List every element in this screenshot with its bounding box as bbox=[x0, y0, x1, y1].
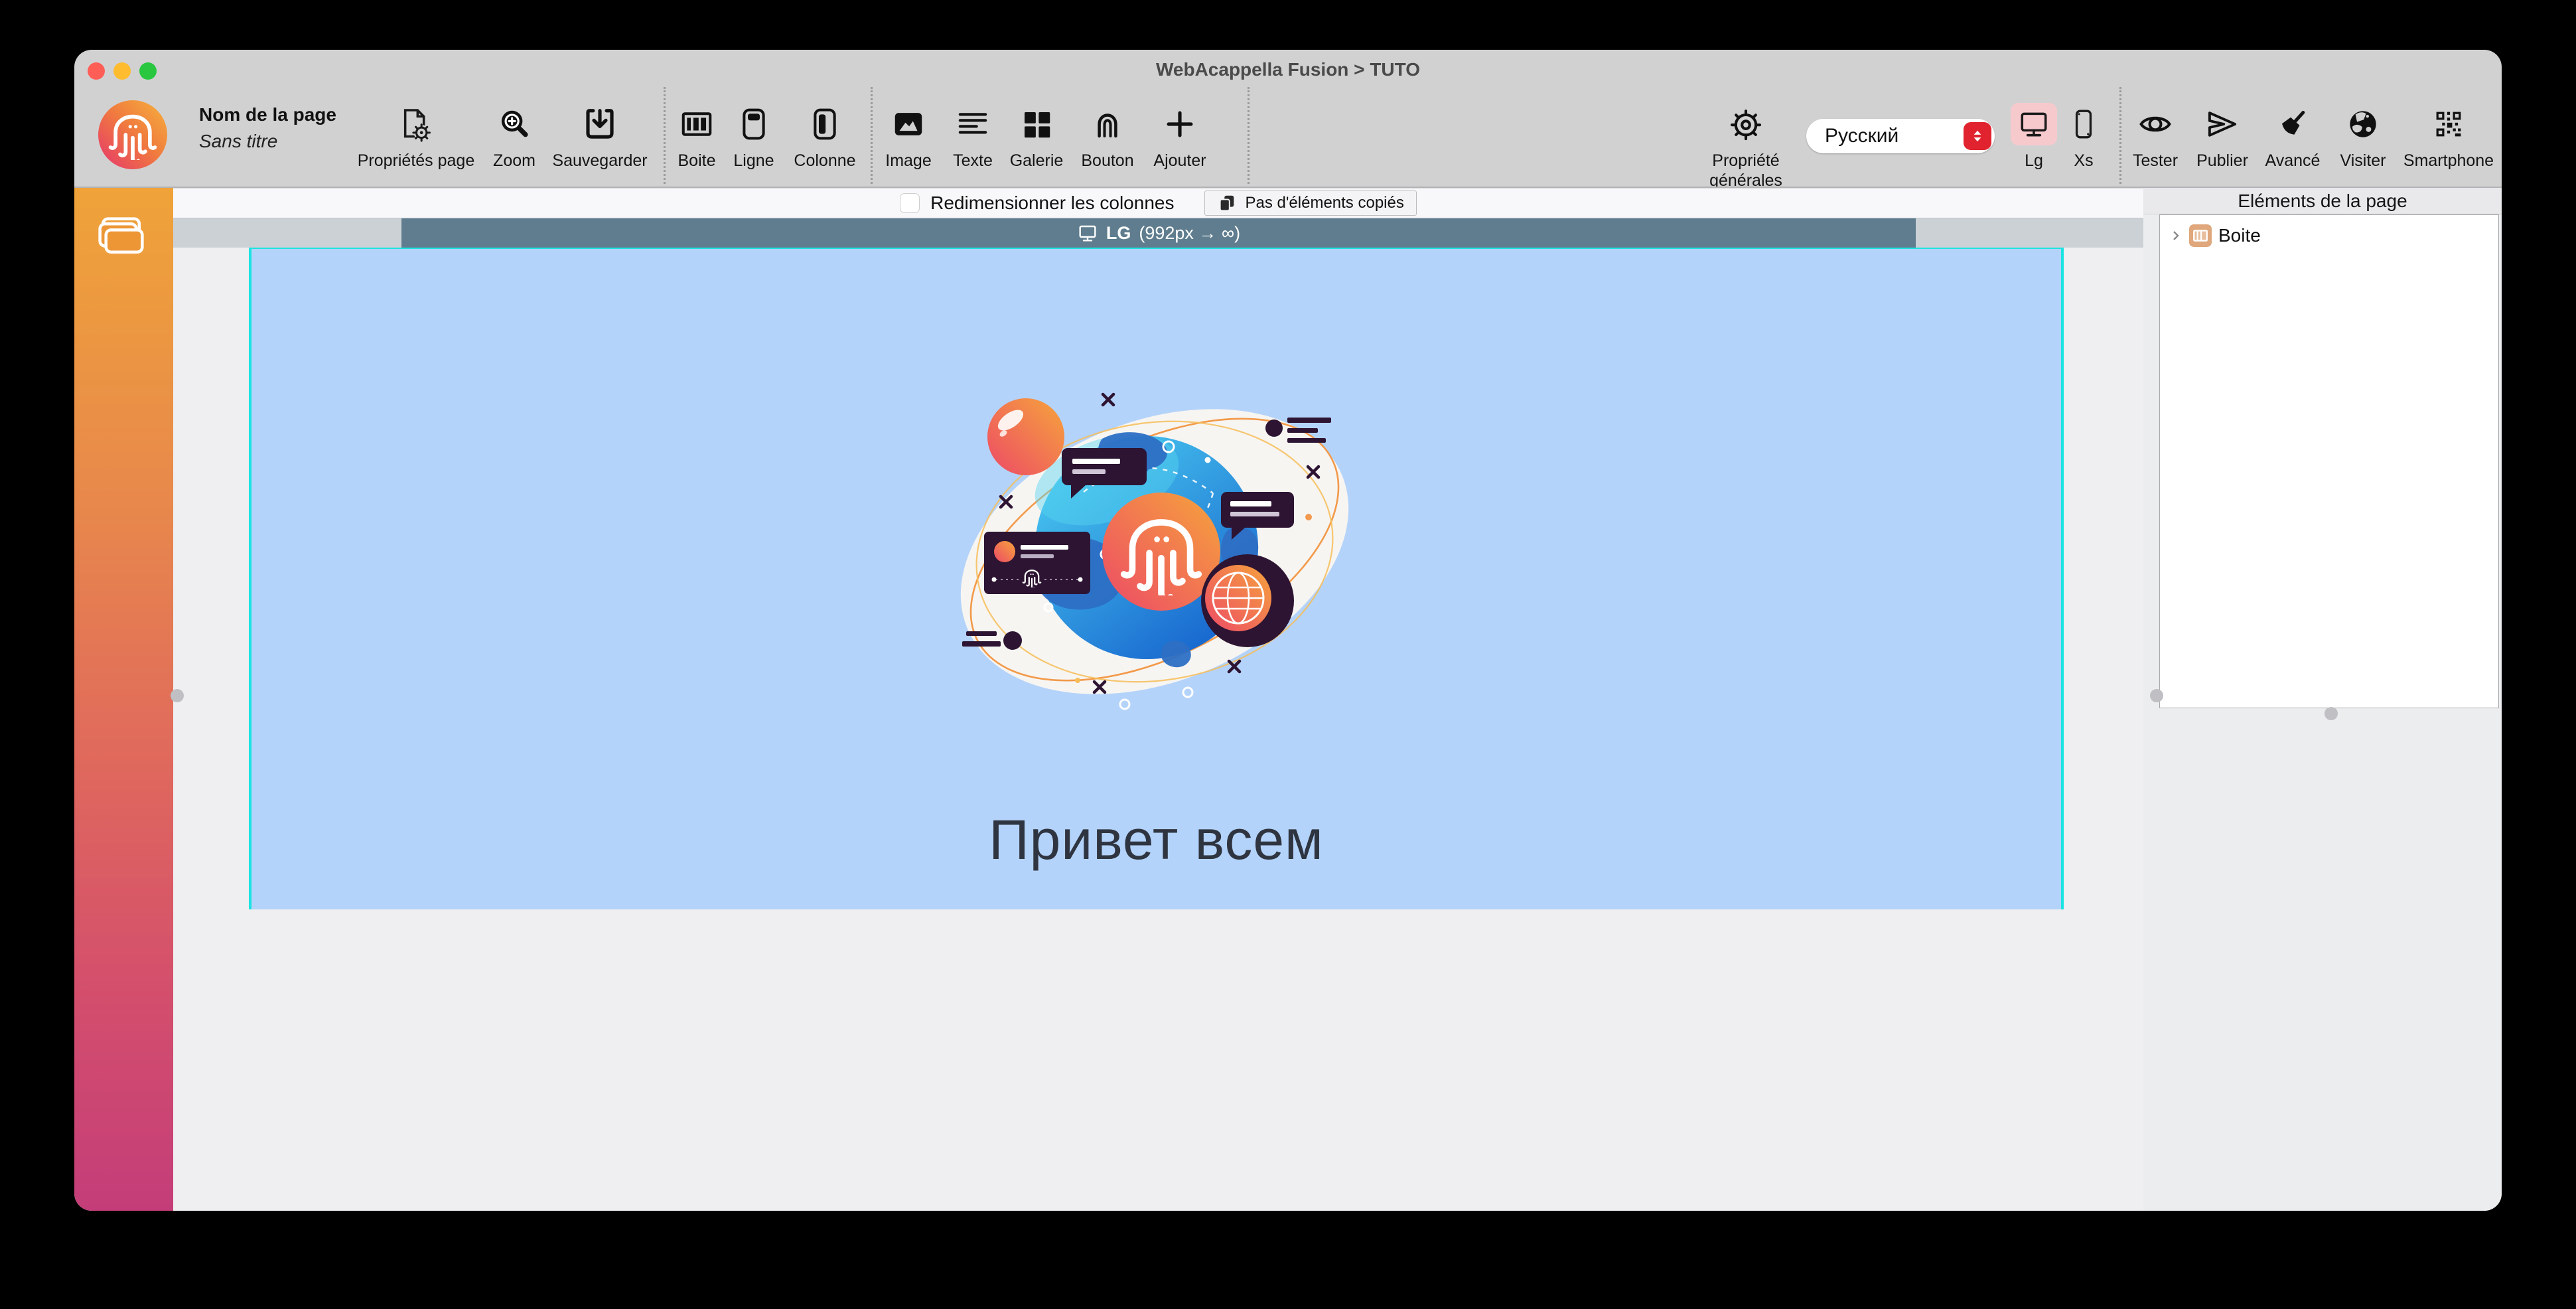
app-logo bbox=[98, 100, 167, 169]
pages-stack-icon bbox=[93, 214, 151, 267]
elements-panel: Eléments de la page Boite bbox=[2143, 188, 2502, 1211]
elements-panel-title: Eléments de la page bbox=[2143, 188, 2502, 214]
monitor-icon bbox=[1077, 222, 1098, 244]
workspace: Redimensionner les colonnes Pas d'élémen… bbox=[173, 188, 2143, 1211]
octopus-logo-icon bbox=[107, 110, 158, 160]
right-resize-handle[interactable] bbox=[2150, 689, 2163, 702]
general-properties-label: Propriété générales bbox=[1676, 151, 1816, 191]
column-layout-icon bbox=[807, 103, 843, 145]
zoom-label: Zoom bbox=[493, 151, 536, 171]
qr-code-icon bbox=[2431, 103, 2466, 145]
canvas-heading-text[interactable]: Привет всем bbox=[251, 808, 2061, 872]
toolbar-divider bbox=[1248, 87, 1250, 184]
page-title-value[interactable]: Sans titre bbox=[199, 131, 277, 152]
add-element-label: Ajouter bbox=[1153, 151, 1206, 171]
titlebar: WebAcappella Fusion > TUTO bbox=[74, 50, 2502, 94]
canvas-toolbar: Redimensionner les colonnes Pas d'élémen… bbox=[173, 188, 2143, 218]
breakpoint-name: LG bbox=[1106, 223, 1131, 244]
globe-icon bbox=[2345, 103, 2381, 145]
smartphone-label: Smartphone bbox=[2403, 151, 2494, 171]
save-download-icon bbox=[582, 103, 618, 145]
general-properties-button[interactable]: Propriété générales bbox=[1680, 103, 1812, 191]
tree-item-label: Boite bbox=[2218, 225, 2261, 246]
page-name-label: Nom de la page bbox=[199, 104, 336, 125]
copy-icon bbox=[1217, 193, 1237, 213]
clipboard-status-label: Pas d'éléments copiés bbox=[1245, 194, 1403, 212]
breakpoint-bar[interactable]: LG (992px → ∞) bbox=[401, 218, 1916, 248]
smartphone-button[interactable]: Smartphone bbox=[2382, 103, 2502, 171]
resize-columns-label: Redimensionner les colonnes bbox=[930, 193, 1174, 214]
gear-icon bbox=[1727, 103, 1764, 145]
visit-label: Visiter bbox=[2340, 151, 2386, 171]
globe-illustration[interactable] bbox=[948, 380, 1366, 726]
resize-columns-checkbox[interactable] bbox=[900, 193, 920, 213]
document-gear-icon bbox=[397, 103, 435, 145]
tree-item-boite[interactable]: Boite bbox=[2160, 215, 2498, 247]
breakpoint-range: (992px → ∞) bbox=[1139, 223, 1240, 244]
plus-icon bbox=[1162, 103, 1198, 145]
language-select-value: Русский bbox=[1806, 125, 1964, 147]
app-window: WebAcappella Fusion > TUTO Nom de la pag… bbox=[74, 50, 2502, 1211]
page-canvas-box[interactable]: Привет всем bbox=[249, 248, 2064, 909]
elements-tree: Boite bbox=[2159, 214, 2499, 708]
pages-sidebar[interactable] bbox=[74, 188, 173, 1211]
panel-resize-handle[interactable] bbox=[2325, 707, 2338, 720]
magnifier-plus-icon bbox=[496, 103, 532, 145]
language-select[interactable]: Русский bbox=[1806, 119, 1995, 153]
box-element-icon bbox=[2189, 224, 2212, 247]
chevron-right-icon[interactable] bbox=[2171, 230, 2182, 242]
add-element-button[interactable]: Ajouter bbox=[1113, 103, 1246, 171]
left-resize-handle[interactable] bbox=[171, 689, 184, 702]
window-title: WebAcappella Fusion > TUTO bbox=[74, 59, 2502, 80]
clipboard-status-button[interactable]: Pas d'éléments copiés bbox=[1204, 191, 1416, 216]
